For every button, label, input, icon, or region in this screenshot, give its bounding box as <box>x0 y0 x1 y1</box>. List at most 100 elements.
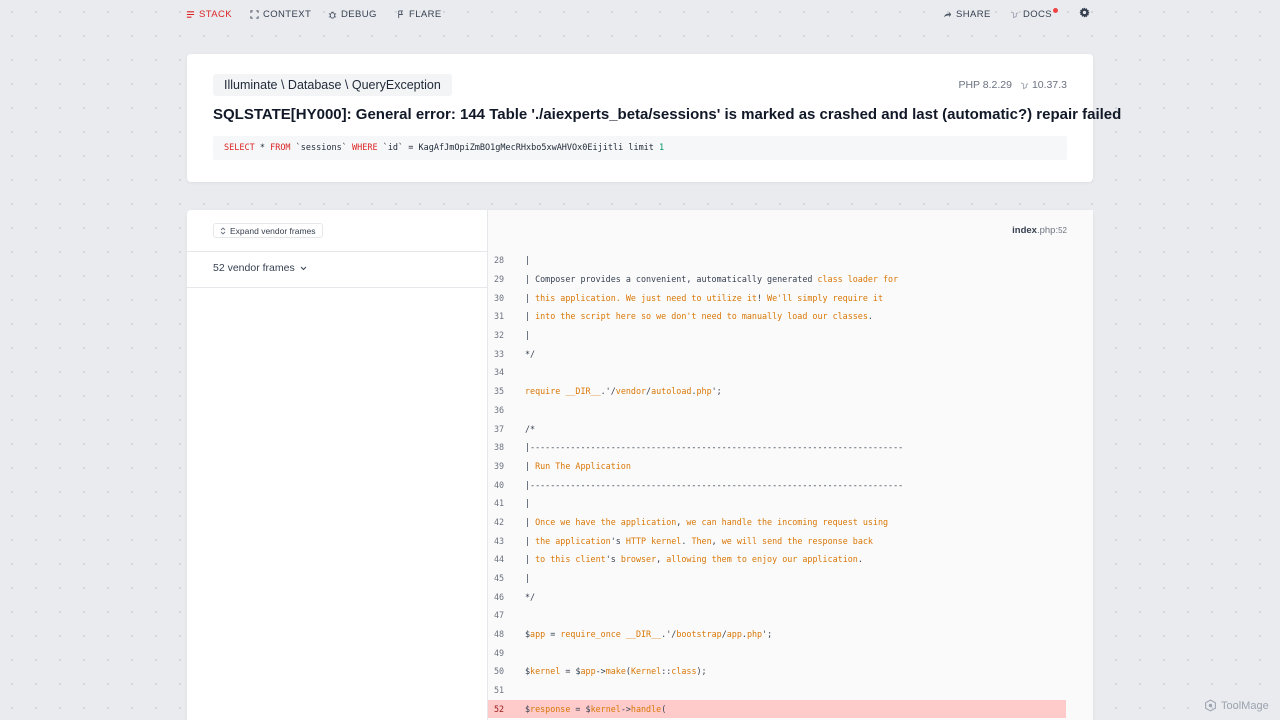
line-number: 33 <box>494 348 505 359</box>
code-token: class loader for <box>817 274 899 285</box>
exception-message: SQLSTATE[HY000]: General error: 144 Tabl… <box>213 106 1122 123</box>
sql-keyword: WHERE <box>351 143 378 153</box>
nav-debug-label: DEBUG <box>341 8 377 20</box>
watermark: ToolMage <box>1204 699 1269 712</box>
laravel-icon <box>1010 10 1019 18</box>
nav-docs-wrap: DOCS <box>1023 7 1059 20</box>
code-token: app <box>726 629 742 640</box>
gear-icon[interactable] <box>1079 7 1090 18</box>
line-number: 47 <box>494 610 505 621</box>
code-token: Then <box>691 535 712 546</box>
code-token: | <box>525 460 536 471</box>
code-token: '; <box>711 386 722 397</box>
sql-text: `id` = KagAfJmOpiZmBO1gMecRHxbo5xwAHVOx0… <box>377 143 660 153</box>
frames-pane: Expand vendor frames 52 vendor frames <box>187 210 488 720</box>
code-token: require_once __DIR__ <box>560 629 662 640</box>
code-token: | Composer provides a convenient, automa… <box>525 274 818 285</box>
line-code: | <box>525 255 535 265</box>
line-code: */ <box>525 592 535 602</box>
code-token: into the script here so we don't need to… <box>535 311 868 322</box>
sql-keyword: SELECT <box>224 143 255 153</box>
vendor-frames-label: 52 vendor frames <box>213 262 295 274</box>
top-navigation: STACK CONTEXT DEBUG FLARE SHARE DOCS <box>0 0 1280 26</box>
code-token: kernel <box>530 666 561 677</box>
line-code: | <box>525 573 530 583</box>
code-line: 32 | <box>488 326 1066 345</box>
stack-icon <box>186 10 195 18</box>
divider <box>187 287 488 288</box>
code-token: 's <box>605 554 621 565</box>
line-number: 50 <box>494 666 505 677</box>
code-token: |---------------------------------------… <box>525 479 904 490</box>
code-token: ! <box>756 292 768 303</box>
line-code: |---------------------------------------… <box>525 480 903 490</box>
code-token: | <box>525 330 531 341</box>
code-token: this application. We just need to utiliz… <box>535 292 757 303</box>
code-token: . <box>857 554 863 565</box>
code-token: the application <box>535 535 611 546</box>
line-number: 40 <box>494 479 505 490</box>
line-number: 51 <box>494 685 505 696</box>
laravel-version-wrap: 10.37.3 <box>1020 79 1067 91</box>
code-token: we can handle the incoming request using <box>686 516 889 527</box>
expand-vendor-frames-button[interactable]: Expand vendor frames <box>213 223 323 238</box>
nav-flare-label: FLARE <box>409 8 442 20</box>
code-token: */ <box>525 591 536 602</box>
nav-share[interactable]: SHARE <box>943 7 991 21</box>
code-token: | <box>525 311 536 322</box>
code-line: 38 |-------------------------------------… <box>488 438 1066 457</box>
code-token: we will send the response back <box>721 535 873 546</box>
code-token: Kernel <box>630 666 662 677</box>
code-token: .'/ <box>661 629 677 640</box>
code-token: php <box>696 386 712 397</box>
code-token: kernel <box>590 703 621 714</box>
expand-label: Expand vendor frames <box>230 225 316 236</box>
code-token: . <box>867 311 873 322</box>
code-line: 42 | Once we have the application, we can… <box>488 513 1066 532</box>
file-reference[interactable]: index.php:52 <box>1012 225 1067 236</box>
code-token: We'll simply require it <box>767 292 884 303</box>
line-code: $kernel = $app->make(Kernel::class); <box>525 666 707 676</box>
line-number: 52 <box>494 703 505 714</box>
stack-card: Expand vendor frames 52 vendor frames in… <box>187 210 1093 720</box>
toolmage-logo-icon <box>1205 699 1216 712</box>
sql-text: `sessions` <box>290 143 352 153</box>
code-token: | <box>525 498 531 509</box>
line-number: 31 <box>494 311 505 322</box>
exception-class[interactable]: Illuminate \ Database \ QueryException <box>213 74 452 96</box>
bug-icon <box>328 11 337 19</box>
sql-number: 1 <box>659 143 665 153</box>
code-token: handle <box>630 703 662 714</box>
sql-query: SELECT * FROM `sessions` WHERE `id` = Ka… <box>213 136 1067 160</box>
nav-context[interactable]: CONTEXT <box>250 7 311 21</box>
code-token: make <box>605 666 626 677</box>
nav-docs-label: DOCS <box>1023 8 1053 20</box>
code-token: app <box>580 666 596 677</box>
code-token: = <box>545 629 561 640</box>
code-line: 52 $response = $kernel->handle( <box>488 699 1066 719</box>
code-line: 48 $app = require_once __DIR__.'/bootstra… <box>488 625 1066 644</box>
nav-stack[interactable]: STACK <box>186 7 232 21</box>
code-token: vendor <box>615 386 647 397</box>
code-token: browser <box>620 554 657 565</box>
line-code: | to this client's browser, allowing the… <box>525 554 863 564</box>
code-line: 28 | <box>488 251 1066 270</box>
code-token: /* <box>525 423 536 434</box>
nav-flare[interactable]: FLARE <box>396 7 442 21</box>
code-line: 39 | Run The Application <box>488 457 1066 476</box>
line-code: require __DIR__.'/vendor/autoload.php'; <box>525 386 722 396</box>
code-line: 36 <box>488 401 1066 420</box>
nav-docs[interactable]: DOCS <box>1010 7 1059 21</box>
nav-debug[interactable]: DEBUG <box>328 7 377 21</box>
line-number: 29 <box>494 274 505 285</box>
code-token: | <box>525 292 536 303</box>
code-token: :: <box>661 666 672 677</box>
code-token: ); <box>696 666 707 677</box>
line-number: 48 <box>494 629 505 640</box>
vendor-frames-toggle[interactable]: 52 vendor frames <box>213 262 307 274</box>
code-token: bootstrap <box>676 629 722 640</box>
code-line: 40 |-------------------------------------… <box>488 475 1066 494</box>
code-token: autoload <box>651 386 692 397</box>
code-token: Once we have the application <box>535 516 677 527</box>
line-code: | Run The Application <box>525 461 631 471</box>
